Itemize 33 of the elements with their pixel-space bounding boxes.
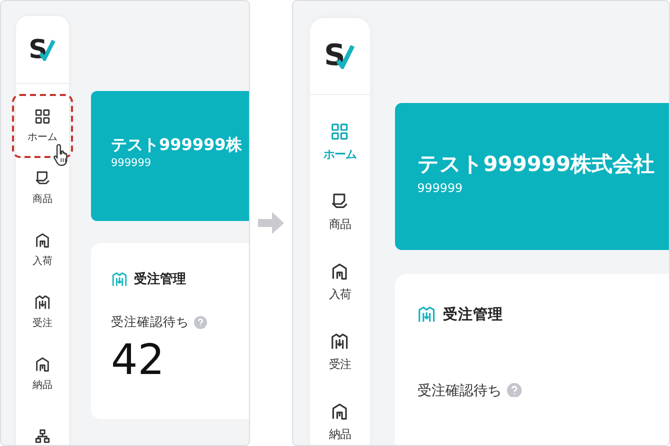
- metric-label: 受注確認待ち: [111, 314, 189, 331]
- building-icon: [417, 304, 436, 324]
- metric-label: 受注確認待ち: [417, 382, 502, 400]
- nav-item[interactable]: ホーム: [13, 95, 72, 157]
- grid-icon: [330, 122, 350, 142]
- nav-item[interactable]: 納品: [311, 387, 369, 445]
- company-name: テスト999999株式会社: [417, 152, 656, 178]
- document-icon: [34, 170, 51, 187]
- help-icon[interactable]: [506, 382, 522, 398]
- grid-icon: [34, 108, 51, 125]
- nav-item[interactable]: 商品: [17, 157, 68, 219]
- building-icon: [34, 232, 51, 249]
- nav-item[interactable]: 入荷: [17, 219, 68, 281]
- network-icon: [34, 428, 51, 444]
- building-icon: [330, 402, 350, 422]
- building-icon: [330, 262, 350, 282]
- nav-item[interactable]: 入荷: [311, 247, 369, 318]
- company-name: テスト999999株: [111, 135, 243, 154]
- card-title: 受注管理: [134, 270, 186, 288]
- nav-item[interactable]: 受注: [17, 281, 68, 343]
- card-title: 受注管理: [443, 305, 504, 324]
- arrow-icon: [258, 212, 284, 234]
- nav-item[interactable]: 商品: [311, 177, 369, 248]
- metric-value: 42: [111, 335, 166, 386]
- help-icon[interactable]: [194, 316, 207, 329]
- nav-item[interactable]: 受注: [311, 317, 369, 388]
- building-icon: [330, 332, 350, 352]
- building-icon: [34, 356, 51, 373]
- company-code: 999999: [111, 157, 152, 170]
- building-icon: [34, 294, 51, 311]
- nav-item[interactable]: 納品: [17, 343, 68, 405]
- company-code: 999999: [417, 181, 464, 196]
- building-icon: [111, 270, 128, 288]
